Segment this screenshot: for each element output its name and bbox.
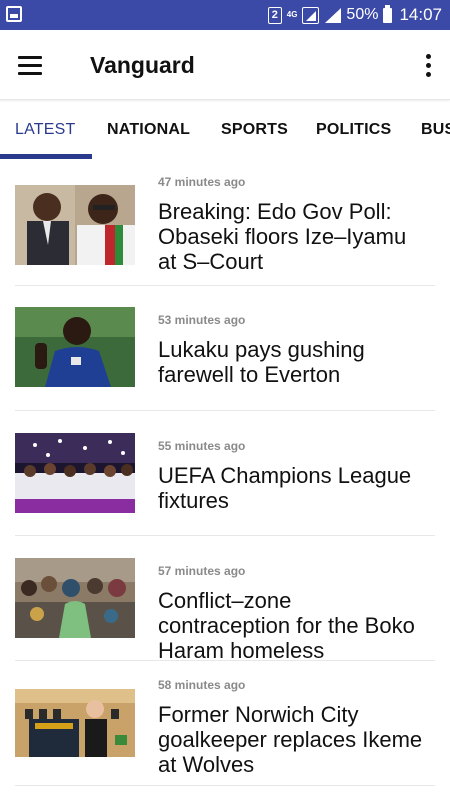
app-bar: Vanguard (0, 30, 450, 100)
gallery-notification-icon (6, 6, 22, 22)
tab-sports[interactable]: SPORTS (221, 101, 288, 161)
clock: 14:07 (399, 5, 442, 24)
article-headline[interactable]: Former Norwich City goalkeeper replaces … (158, 702, 428, 777)
battery-percent: 50% (346, 6, 379, 23)
active-tab-indicator (0, 154, 92, 159)
sim-slot-badge: 2 (267, 6, 282, 24)
network-type-label: 4G (286, 10, 298, 19)
category-tabs: LATEST NATIONAL SPORTS POLITICS BUS (0, 101, 450, 161)
article-headline[interactable]: Conflict–zone contraception for the Boko… (158, 588, 428, 663)
tab-national[interactable]: NATIONAL (107, 101, 190, 161)
battery-icon (383, 5, 393, 23)
signal-sim1-icon (302, 6, 320, 24)
article-headline[interactable]: Breaking: Edo Gov Poll: Obaseki floors I… (158, 199, 428, 274)
article-thumbnail (15, 433, 135, 513)
article-timestamp: 53 minutes ago (158, 313, 246, 327)
article-thumbnail (15, 558, 135, 638)
overflow-menu-icon[interactable] (420, 50, 436, 80)
app-title: Vanguard (90, 52, 195, 78)
article-list: 47 minutes ago Breaking: Edo Gov Poll: O… (15, 161, 435, 786)
article-timestamp: 47 minutes ago (158, 175, 246, 189)
article-thumbnail (15, 185, 135, 265)
tab-latest[interactable]: LATEST (15, 101, 75, 161)
list-item[interactable]: 53 minutes ago Lukaku pays gushing farew… (15, 286, 435, 411)
list-item[interactable]: 55 minutes ago UEFA Champions League fix… (15, 411, 435, 536)
status-icons: 2 4G 50% 14:07 (267, 0, 442, 30)
article-headline[interactable]: Lukaku pays gushing farewell to Everton (158, 337, 428, 387)
article-timestamp: 58 minutes ago (158, 678, 246, 692)
list-item[interactable]: 47 minutes ago Breaking: Edo Gov Poll: O… (15, 161, 435, 286)
tab-politics[interactable]: POLITICS (316, 101, 391, 161)
list-item[interactable]: 57 minutes ago Conflict–zone contracepti… (15, 536, 435, 663)
article-timestamp: 55 minutes ago (158, 439, 246, 453)
list-item[interactable]: 58 minutes ago Former Norwich City goalk… (15, 661, 435, 786)
status-bar: 2 4G 50% 14:07 (0, 0, 450, 30)
hamburger-menu-icon[interactable] (12, 49, 48, 81)
article-thumbnail (15, 307, 135, 387)
article-timestamp: 57 minutes ago (158, 564, 246, 578)
article-thumbnail (15, 689, 135, 757)
signal-sim2-icon (324, 7, 342, 24)
article-headline[interactable]: UEFA Champions League fixtures (158, 463, 428, 513)
tab-business[interactable]: BUS (421, 101, 450, 161)
